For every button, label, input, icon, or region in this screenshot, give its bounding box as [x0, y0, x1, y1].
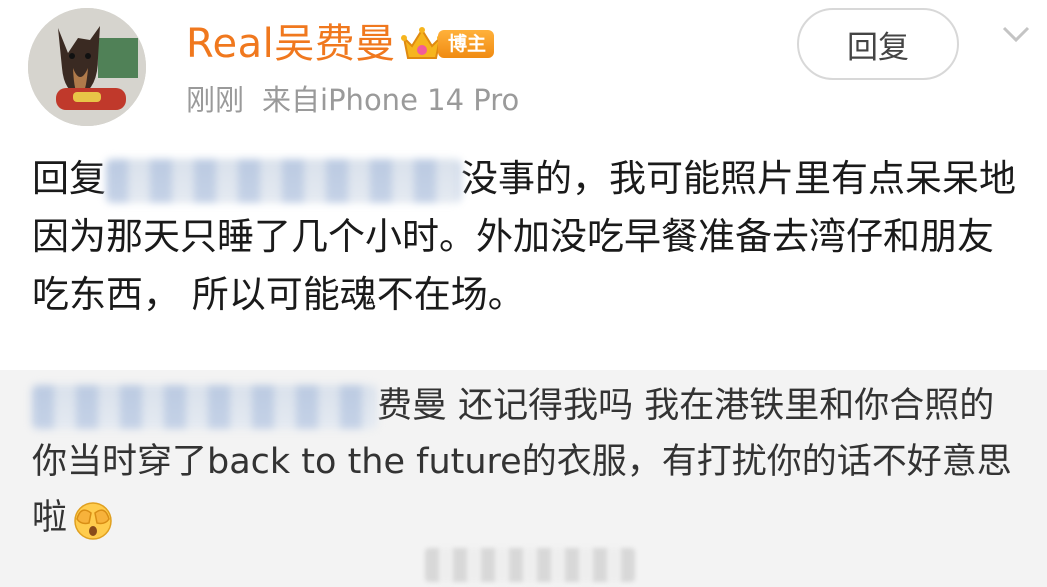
redacted-username	[32, 385, 377, 429]
post-time: 刚刚	[186, 83, 245, 117]
badge-label: 博主	[438, 30, 495, 58]
chevron-down-icon[interactable]	[1000, 22, 1032, 46]
dog-avatar-image	[28, 8, 146, 126]
blogger-badge: 博主	[400, 24, 495, 64]
post-meta: 刚刚 来自iPhone 14 Pro	[186, 80, 537, 120]
comment-body: 回复 没事的，我可能照片里有点呆呆地因为那天只睡了几个小时。外加没吃早餐准备去湾仔…	[32, 150, 1022, 324]
username[interactable]: Real吴费曼	[186, 18, 396, 70]
quoted-comment-body: 费曼 还记得我吗 我在港铁里和你合照的 你当时穿了back to the fut…	[32, 378, 1022, 546]
reply-button[interactable]: 回复	[797, 8, 959, 80]
face-with-hands-over-eyes-icon	[74, 502, 112, 540]
watermark	[425, 548, 635, 582]
redacted-username	[106, 158, 461, 203]
avatar[interactable]	[28, 8, 146, 126]
post-source: 来自iPhone 14 Pro	[262, 83, 520, 117]
comment-reply-prefix: 回复	[32, 157, 106, 200]
